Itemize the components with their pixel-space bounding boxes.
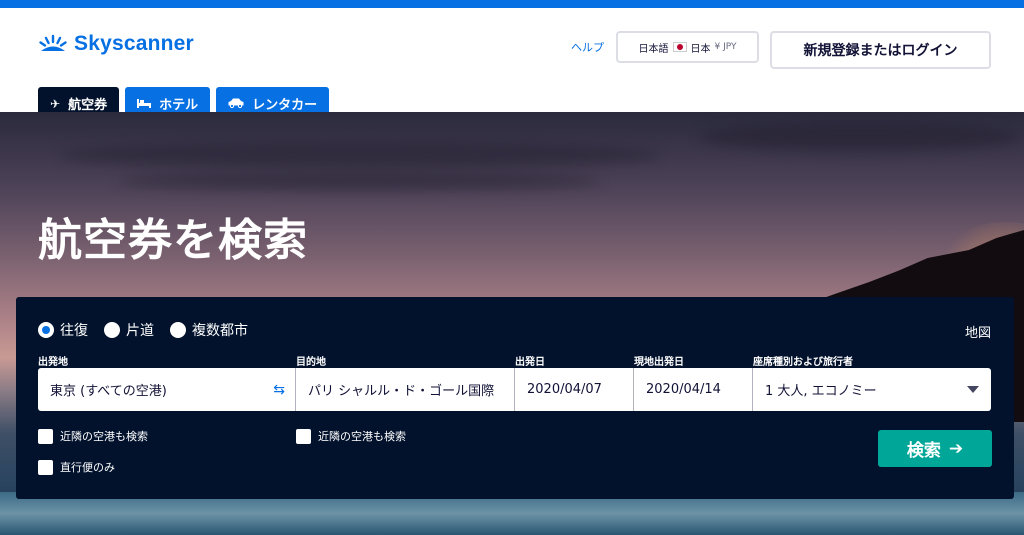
cabin-travellers-select[interactable]: 1 大人, エコノミー: [753, 368, 991, 411]
sunrise-logo-icon: [39, 34, 67, 51]
direct-only-checkbox[interactable]: 直行便のみ: [38, 459, 115, 475]
cloud-shape: [700, 122, 1020, 152]
from-value: 東京 (すべての空港): [50, 384, 167, 399]
nearby-to-checkbox[interactable]: 近隣の空港も検索: [296, 428, 406, 444]
radio-unchecked[interactable]: [170, 322, 186, 338]
checkbox[interactable]: [38, 428, 53, 444]
checkbox-label: 近隣の空港も検索: [318, 430, 406, 443]
search-button[interactable]: 検索 ➔: [878, 430, 992, 467]
from-input[interactable]: 東京 (すべての空港) ⇆: [38, 368, 296, 411]
search-fields-row: 東京 (すべての空港) ⇆ パリ シャルル・ド・ゴール国際 2020/04/07…: [38, 368, 991, 411]
currency-label: ¥ JPY: [714, 42, 737, 52]
tab-flights-label: 航空券: [68, 98, 108, 113]
swap-arrows-icon[interactable]: ⇆: [273, 382, 285, 398]
country-label: 日本: [690, 43, 711, 55]
checkbox-label: 直行便のみ: [60, 461, 115, 474]
depart-value: 2020/04/07: [527, 382, 602, 397]
skyscanner-logo[interactable]: Skyscanner: [38, 30, 194, 58]
trip-type-label: 片道: [126, 323, 154, 339]
hero-banner: 航空券を検索 往復 片道 複数都市 地図 出発地 目的地 出発日 現地出発日 座…: [0, 112, 1024, 535]
trip-type-multicity[interactable]: 複数都市: [170, 320, 248, 340]
search-button-label: 検索: [906, 441, 941, 461]
return-date-input[interactable]: 2020/04/14: [634, 368, 753, 411]
trip-type-label: 複数都市: [192, 323, 248, 339]
help-link[interactable]: ヘルプ: [571, 39, 604, 55]
radio-unchecked[interactable]: [104, 322, 120, 338]
cloud-shape: [120, 172, 600, 190]
arrow-right-icon: ➔: [948, 438, 964, 459]
from-label: 出発地: [38, 357, 68, 368]
tab-hotels-label: ホテル: [159, 98, 199, 113]
to-label: 目的地: [296, 357, 326, 368]
bed-icon: [137, 97, 152, 111]
flight-search-panel: 往復 片道 複数都市 地図 出発地 目的地 出発日 現地出発日 座席種別および旅…: [16, 297, 1014, 499]
trip-type-group: 往復 片道 複数都市: [38, 320, 248, 340]
pax-label: 座席種別および旅行者: [753, 357, 853, 368]
radio-checked[interactable]: [38, 322, 54, 338]
language-label: 日本語: [638, 43, 669, 55]
brand-name: Skyscanner: [74, 32, 194, 55]
pax-value: 1 大人, エコノミー: [765, 384, 877, 399]
car-icon: [228, 97, 244, 111]
map-link[interactable]: 地図: [965, 322, 991, 341]
checkbox[interactable]: [296, 428, 311, 444]
site-header: Skyscanner ヘルプ 日本語 日本 ¥ JPY 新規登録またはログイン …: [0, 8, 1024, 120]
checkbox-label: 近隣の空港も検索: [60, 430, 148, 443]
depart-date-input[interactable]: 2020/04/07: [515, 368, 634, 411]
trip-type-label: 往復: [60, 323, 88, 339]
locale-button[interactable]: 日本語 日本 ¥ JPY: [616, 31, 759, 63]
return-value: 2020/04/14: [646, 382, 721, 397]
tab-car-rental-label: レンタカー: [252, 98, 318, 113]
page-title: 航空券を検索: [38, 215, 308, 266]
trip-type-roundtrip[interactable]: 往復: [38, 320, 88, 340]
to-value: パリ シャルル・ド・ゴール国際: [308, 384, 495, 399]
nearby-from-checkbox[interactable]: 近隣の空港も検索: [38, 428, 148, 444]
plane-icon: ✈: [50, 96, 61, 111]
trip-type-oneway[interactable]: 片道: [104, 320, 154, 340]
return-label: 現地出発日: [634, 357, 684, 368]
to-input[interactable]: パリ シャルル・ド・ゴール国際: [296, 368, 515, 411]
chevron-down-icon: [967, 386, 979, 393]
top-accent-bar: [0, 0, 1024, 8]
login-button[interactable]: 新規登録またはログイン: [770, 31, 991, 69]
checkbox[interactable]: [38, 459, 53, 475]
depart-label: 出発日: [515, 357, 545, 368]
cloud-shape: [60, 142, 660, 168]
japan-flag-icon: [672, 42, 687, 52]
